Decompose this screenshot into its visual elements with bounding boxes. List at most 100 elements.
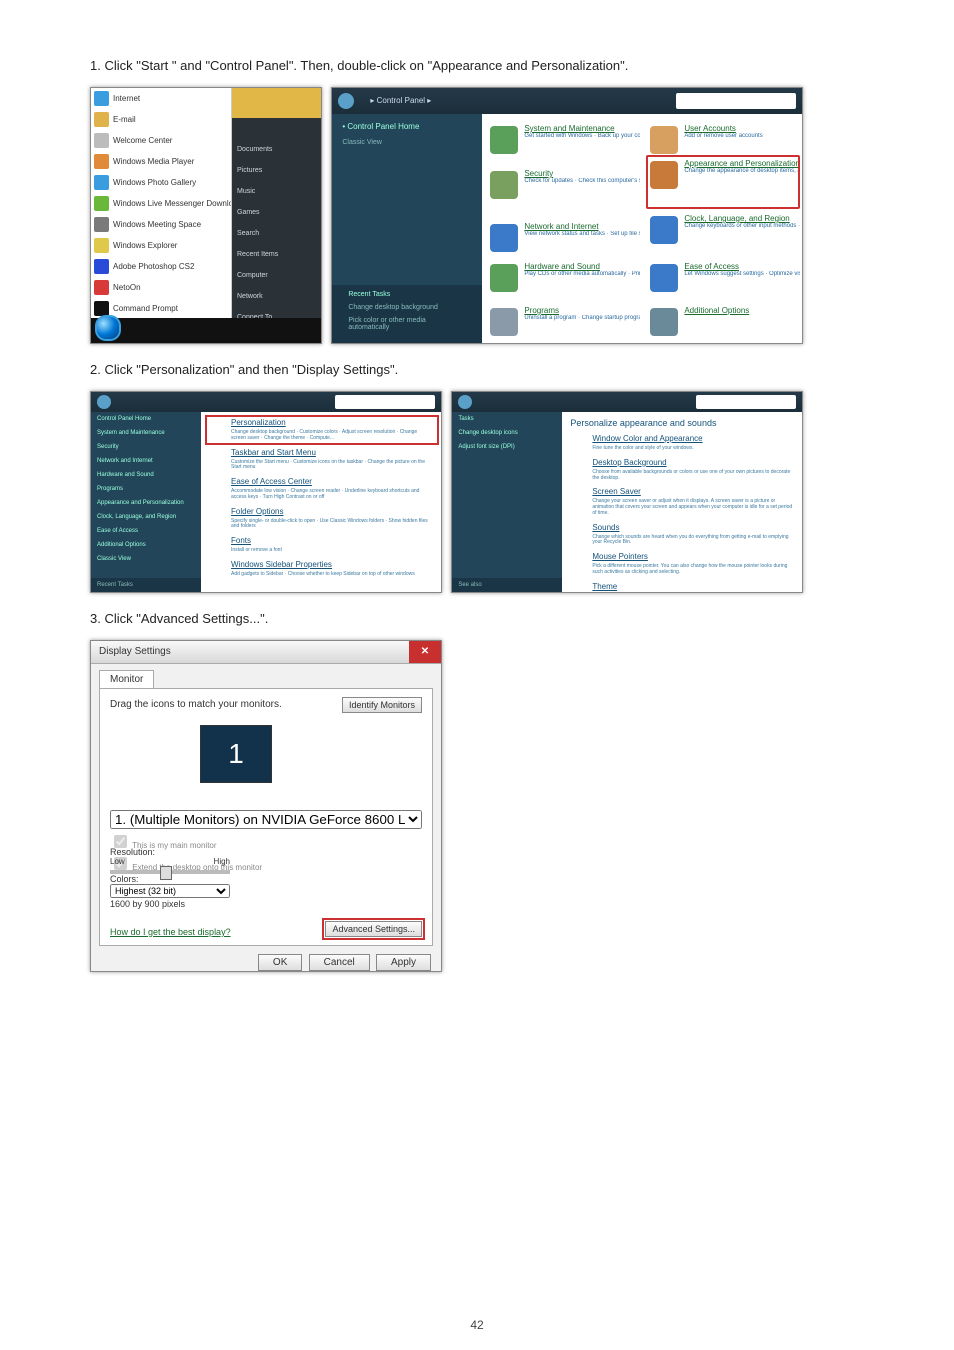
page-title: Personalize appearance and sounds	[570, 418, 794, 428]
sidebar-item[interactable]: Control Panel Home	[91, 412, 201, 426]
sidebar-item[interactable]: Adjust font size (DPI)	[452, 440, 562, 454]
category-system-and-maintenance[interactable]: System and MaintenanceGet started with W…	[490, 124, 640, 139]
start-menu-right-item[interactable]: Network	[231, 286, 321, 307]
sidebar: • Control Panel Home Classic View Recent…	[332, 114, 482, 343]
category-additional-options[interactable]: Additional Options	[650, 306, 800, 315]
category-desc: Pick a different mouse pointer. You can …	[592, 564, 794, 576]
category-link[interactable]: Folder Options	[231, 507, 433, 516]
monitor-icon[interactable]: 1	[200, 725, 272, 783]
start-menu-right-item[interactable]: Documents	[231, 139, 321, 160]
back-icon[interactable]	[458, 395, 472, 409]
start-menu-item[interactable]: Welcome Center	[91, 130, 231, 151]
sidebar-item[interactable]: Hardware and Sound	[91, 468, 201, 482]
identify-monitors-button[interactable]: Identify Monitors	[342, 697, 422, 713]
sidebar-item[interactable]: System and Maintenance	[91, 426, 201, 440]
sidebar-item[interactable]: Classic View	[91, 552, 201, 566]
sidebar-item[interactable]: Appearance and Personalization	[91, 496, 201, 510]
start-menu-item[interactable]: Windows Media Player	[91, 151, 231, 172]
search-input[interactable]	[696, 395, 796, 409]
screenshot-personalization: TasksChange desktop iconsAdjust font siz…	[451, 391, 803, 593]
recent-tasks: Recent Tasks	[91, 578, 201, 592]
recent-task-item[interactable]: Change desktop background	[338, 304, 476, 317]
start-menu-right-item[interactable]: Computer	[231, 265, 321, 286]
sidebar-item[interactable]: Tasks	[452, 412, 562, 426]
category-link[interactable]: Window Color and Appearance	[592, 434, 794, 443]
apply-button[interactable]: Apply	[376, 954, 431, 971]
category-desc: Choose from available backgrounds or col…	[592, 470, 794, 482]
category-clock-language-and-region[interactable]: Clock, Language, and RegionChange keyboa…	[650, 214, 800, 229]
category-desc: Customize the Start menu · Customize ico…	[231, 460, 433, 472]
colors-select[interactable]: Highest (32 bit)	[110, 884, 230, 898]
start-menu-right-item[interactable]: Recent Items	[231, 244, 321, 265]
ok-button[interactable]: OK	[258, 954, 302, 971]
category-link[interactable]: Windows Sidebar Properties	[231, 560, 433, 569]
search-input[interactable]	[676, 93, 796, 109]
category-user-accounts[interactable]: User AccountsAdd or remove user accounts	[650, 124, 800, 139]
back-icon[interactable]	[97, 395, 111, 409]
recent-tasks-header: Recent Tasks	[338, 291, 476, 304]
search-input[interactable]	[335, 395, 435, 409]
tab-monitor[interactable]: Monitor	[99, 670, 154, 688]
sidebar-item[interactable]: Ease of Access	[91, 524, 201, 538]
back-icon[interactable]	[338, 93, 354, 109]
category-programs[interactable]: ProgramsUninstall a program · Change sta…	[490, 306, 640, 321]
sidebar-item[interactable]: Network and Internet	[91, 454, 201, 468]
sidebar-item[interactable]: Security	[91, 440, 201, 454]
category-icon	[490, 264, 518, 292]
category-desc: Add gadgets to Sidebar · Choose whether …	[231, 572, 433, 578]
slider-high: High	[214, 857, 230, 866]
category-link[interactable]: Screen Saver	[592, 487, 794, 496]
program-icon	[94, 133, 109, 148]
category-link[interactable]: Mouse Pointers	[592, 552, 794, 561]
category-link[interactable]: Taskbar and Start Menu	[231, 448, 433, 457]
program-icon	[94, 91, 109, 106]
sidebar-item[interactable]: Change desktop icons	[452, 426, 562, 440]
program-icon	[94, 280, 109, 295]
sidebar-classic[interactable]: Classic View	[332, 139, 482, 152]
cancel-button[interactable]: Cancel	[309, 954, 370, 971]
start-menu-item[interactable]: Windows Live Messenger Download	[91, 193, 231, 214]
start-orb-icon[interactable]	[95, 315, 121, 341]
start-menu-right-item[interactable]: Pictures	[231, 160, 321, 181]
step-1-text: 1. Click "Start " and "Control Panel". T…	[90, 58, 864, 73]
category-link[interactable]: Sounds	[592, 523, 794, 532]
category-hardware-and-sound[interactable]: Hardware and SoundPlay CDs or other medi…	[490, 262, 640, 277]
category-security[interactable]: SecurityCheck for updates · Check this c…	[490, 169, 640, 184]
recent-task-item[interactable]: Pick color or other media automatically	[338, 317, 476, 337]
step-2-text: 2. Click "Personalization" and then "Dis…	[90, 362, 864, 377]
program-icon	[94, 196, 109, 211]
start-menu-item[interactable]: Windows Photo Gallery	[91, 172, 231, 193]
main-pane: Personalize appearance and sounds Window…	[562, 412, 802, 592]
sidebar-item[interactable]: Programs	[91, 482, 201, 496]
sidebar-item[interactable]: Clock, Language, and Region	[91, 510, 201, 524]
start-menu-right-item[interactable]	[231, 118, 321, 139]
category-network-and-internet[interactable]: Network and InternetView network status …	[490, 222, 640, 237]
advanced-settings-button[interactable]: Advanced Settings...	[325, 921, 422, 937]
category-icon	[490, 126, 518, 154]
start-menu-item[interactable]: NetoOn	[91, 277, 231, 298]
colors-label: Colors:	[110, 874, 270, 884]
start-menu-right-item[interactable]: Games	[231, 202, 321, 223]
category-link[interactable]: Theme	[592, 582, 794, 591]
category-desc: Specify single- or double-click to open …	[231, 519, 433, 531]
category-ease-of-access[interactable]: Ease of AccessLet Windows suggest settin…	[650, 262, 800, 277]
start-menu-item[interactable]: Internet	[91, 88, 231, 109]
start-menu-item[interactable]: Windows Meeting Space	[91, 214, 231, 235]
start-menu-right-item[interactable]: Search	[231, 223, 321, 244]
sidebar: TasksChange desktop iconsAdjust font siz…	[452, 412, 562, 592]
close-icon[interactable]: ✕	[409, 641, 441, 663]
monitor-select[interactable]: 1. (Multiple Monitors) on NVIDIA GeForce…	[110, 810, 422, 829]
resolution-slider[interactable]	[110, 870, 230, 874]
category-desc: Fine tune the color and style of your wi…	[592, 446, 794, 452]
start-menu-item[interactable]: Windows Explorer	[91, 235, 231, 256]
start-menu-right-item[interactable]: Music	[231, 181, 321, 202]
main-pane: PersonalizationChange desktop background…	[201, 412, 441, 592]
sidebar-item[interactable]: Additional Options	[91, 538, 201, 552]
category-link[interactable]: Fonts	[231, 536, 433, 545]
start-menu-item[interactable]: Adobe Photoshop CS2	[91, 256, 231, 277]
start-menu-item[interactable]: E-mail	[91, 109, 231, 130]
category-link[interactable]: Ease of Access Center	[231, 477, 433, 486]
sidebar-home[interactable]: • Control Panel Home	[332, 114, 482, 139]
best-display-link[interactable]: How do I get the best display?	[110, 927, 231, 937]
category-link[interactable]: Desktop Background	[592, 458, 794, 467]
